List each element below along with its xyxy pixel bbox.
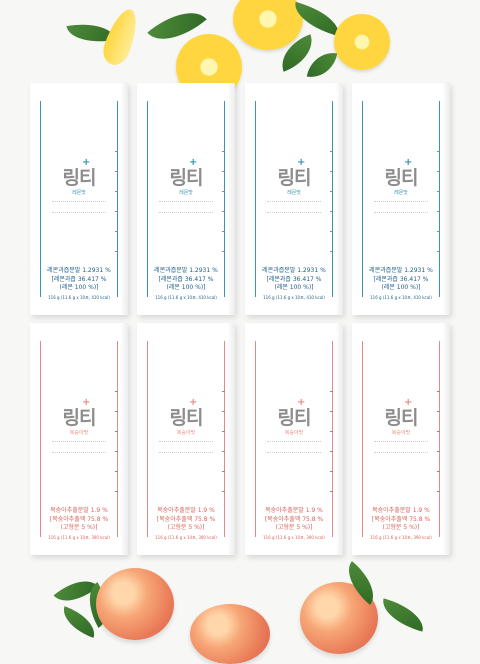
ingredient-line: [복숭아추출액 75.8 % <box>371 515 431 523</box>
ingredient-line: (레몬 100 %)] <box>381 284 421 291</box>
leaf <box>377 598 429 632</box>
brand-logo: 링티 <box>62 407 97 429</box>
ingredients: 레몬과즙분말 1.2931 % [레몬과즙 36.417 % (레몬 100 %… <box>36 267 122 293</box>
flavor-label: 레몬맛 <box>72 190 86 196</box>
ingredients: 복숭아추출분말 1.9 % [복숭아추출액 75.8 % (고형분 5 %)] <box>143 507 229 533</box>
ingredient-line: [레몬과즙 36.417 % <box>266 275 322 283</box>
ingredient-line: [복숭아추출액 75.8 % <box>49 515 109 523</box>
net-weight: 116 g (11.6 g x 10포, 410 kcal) <box>48 295 110 300</box>
brand-logo: 링티 <box>277 407 312 429</box>
ingredient-line: (레몬 100 %)] <box>59 284 99 291</box>
brand-logo: 링티 <box>169 167 204 189</box>
description-block <box>267 201 321 213</box>
ingredient-line: 레몬과즙분말 1.2931 % <box>154 267 218 274</box>
lemon-slice <box>334 14 390 70</box>
lemon-stick-pack: + 링티 레몬맛 레몬과즙분말 1.2931 % [레몬과즙 36.417 % … <box>30 83 128 315</box>
net-weight: 116 g (11.6 g x 10포, 390 kcal) <box>48 535 110 540</box>
lemon-slice <box>233 0 303 50</box>
ingredients: 복숭아추출분말 1.9 % [복숭아추출액 75.8 % (고형분 5 %)] <box>358 507 444 533</box>
lemon-stick-pack: + 링티 레몬맛 레몬과즙분말 1.2931 % [레몬과즙 36.417 % … <box>245 83 343 315</box>
ingredients: 레몬과즙분말 1.2931 % [레몬과즙 36.417 % (레몬 100 %… <box>251 267 337 293</box>
flavor-label: 레몬맛 <box>287 190 301 196</box>
flavor-label: 레몬맛 <box>394 190 408 196</box>
description-block <box>52 441 106 453</box>
ingredients: 복숭아추출분말 1.9 % [복숭아추출액 75.8 % (고형분 5 %)] <box>251 507 337 533</box>
ingredient-line: 복숭아추출분말 1.9 % <box>157 507 215 514</box>
ingredient-line: [레몬과즙 36.417 % <box>51 275 107 283</box>
flavor-label: 복숭아맛 <box>284 430 304 436</box>
description-block <box>159 441 213 453</box>
brand-logo: 링티 <box>277 167 312 189</box>
net-weight: 116 g (11.6 g x 10포, 410 kcal) <box>155 295 217 300</box>
net-weight: 116 g (11.6 g x 10포, 410 kcal) <box>370 295 432 300</box>
net-weight: 116 g (11.6 g x 10포, 390 kcal) <box>370 535 432 540</box>
ingredient-line: (고형분 5 %)] <box>382 524 420 531</box>
ingredient-line: (고형분 5 %)] <box>60 524 98 531</box>
product-photo: + 링티 레몬맛 레몬과즙분말 1.2931 % [레몬과즙 36.417 % … <box>0 0 480 664</box>
ingredient-line: 복숭아추출분말 1.9 % <box>50 507 108 514</box>
flavor-label: 레몬맛 <box>179 190 193 196</box>
ingredients: 복숭아추출분말 1.9 % [복숭아추출액 75.8 % (고형분 5 %)] <box>36 507 122 533</box>
lemon-stick-pack: + 링티 레몬맛 레몬과즙분말 1.2931 % [레몬과즙 36.417 % … <box>137 83 235 315</box>
description-block <box>159 201 213 213</box>
ingredient-line: 레몬과즙분말 1.2931 % <box>262 267 326 274</box>
brand-logo: 링티 <box>384 407 419 429</box>
description-block <box>374 201 428 213</box>
description-block <box>52 201 106 213</box>
peach-stick-pack: + 링티 복숭아맛 복숭아추출분말 1.9 % [복숭아추출액 75.8 % (… <box>137 323 235 555</box>
peach-stick-pack: + 링티 복숭아맛 복숭아추출분말 1.9 % [복숭아추출액 75.8 % (… <box>245 323 343 555</box>
brand-logo: 링티 <box>169 407 204 429</box>
ingredient-line: 레몬과즙분말 1.2931 % <box>47 267 111 274</box>
description-block <box>267 441 321 453</box>
description-block <box>374 441 428 453</box>
lemon-stick-pack: + 링티 레몬맛 레몬과즙분말 1.2931 % [레몬과즙 36.417 % … <box>352 83 450 315</box>
ingredient-line: 레몬과즙분말 1.2931 % <box>369 267 433 274</box>
flavor-label: 복숭아맛 <box>69 430 89 436</box>
flavor-label: 복숭아맛 <box>176 430 196 436</box>
brand-logo: 링티 <box>384 167 419 189</box>
net-weight: 116 g (11.6 g x 10포, 410 kcal) <box>263 295 325 300</box>
ingredient-line: 복숭아추출분말 1.9 % <box>265 507 323 514</box>
peach-stick-pack: + 링티 복숭아맛 복숭아추출분말 1.9 % [복숭아추출액 75.8 % (… <box>30 323 128 555</box>
ingredients: 레몬과즙분말 1.2931 % [레몬과즙 36.417 % (레몬 100 %… <box>358 267 444 293</box>
ingredient-line: (고형분 5 %)] <box>167 524 205 531</box>
ingredient-line: [복숭아추출액 75.8 % <box>156 515 216 523</box>
leaf <box>306 48 338 82</box>
ingredient-line: (고형분 5 %)] <box>275 524 313 531</box>
ingredient-line: [복숭아추출액 75.8 % <box>264 515 324 523</box>
ingredients: 레몬과즙분말 1.2931 % [레몬과즙 36.417 % (레몬 100 %… <box>143 267 229 293</box>
net-weight: 116 g (11.6 g x 10포, 390 kcal) <box>155 535 217 540</box>
peach-stick-pack: + 링티 복숭아맛 복숭아추출분말 1.9 % [복숭아추출액 75.8 % (… <box>352 323 450 555</box>
peach <box>190 604 270 664</box>
ingredient-line: (레몬 100 %)] <box>166 284 206 291</box>
ingredient-line: [레몬과즙 36.417 % <box>373 275 429 283</box>
ingredient-line: (레몬 100 %)] <box>274 284 314 291</box>
brand-logo: 링티 <box>62 167 97 189</box>
ingredient-line: 복숭아추출분말 1.9 % <box>372 507 430 514</box>
flavor-label: 복숭아맛 <box>391 430 411 436</box>
ingredient-line: [레몬과즙 36.417 % <box>158 275 214 283</box>
net-weight: 116 g (11.6 g x 10포, 390 kcal) <box>263 535 325 540</box>
peach <box>96 568 174 640</box>
